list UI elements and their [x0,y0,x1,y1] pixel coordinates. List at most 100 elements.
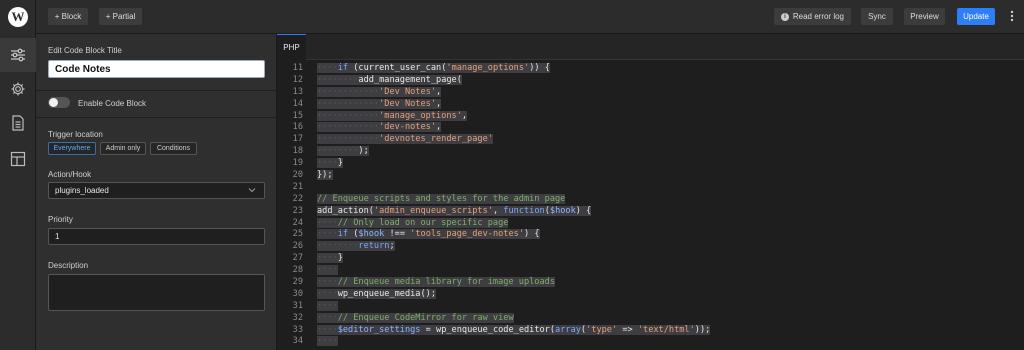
title-label: Edit Code Block Title [48,46,122,55]
description-textarea[interactable] [48,274,265,311]
code-line[interactable]: 33 ····$editor_settings = wp_enqueue_code… [277,324,1024,337]
add-partial-button[interactable]: + Partial [99,8,142,25]
code-line[interactable]: 26 ········return; [277,241,1024,253]
update-button[interactable]: Update [957,8,995,25]
code-line[interactable]: 27 ····} [277,253,1024,265]
code-line[interactable]: 22 // Enqueue scripts and styles for the … [277,193,1024,206]
code-text: ····} [317,253,343,264]
line-number: 25 [292,229,303,240]
line-number: 19 [292,158,303,169]
line-number: 28 [292,265,303,276]
code-line[interactable]: 11 ····if (current_user_can('manage_optio… [277,63,1024,75]
read-error-log-button[interactable]: i Read error log [774,8,851,25]
line-number: 31 [292,300,303,311]
code-text: ····// Enqueue media library for image u… [317,277,556,288]
code-line[interactable]: 20}); [277,170,1024,182]
code-text: ············'Dev Notes', [317,86,442,97]
code-text: ···· [317,336,338,347]
code-text: // Enqueue scripts and styles for the ad… [317,193,566,204]
code-line[interactable]: 13 ············'Dev Notes', [277,86,1024,99]
code-text: ····if (current_user_can('manage_options… [317,63,550,73]
line-number: 24 [292,217,303,228]
code-line[interactable]: 12 ········add_management_page( [277,74,1024,87]
line-number: 21 [292,181,303,192]
line-number: 29 [292,277,303,288]
code-line[interactable]: 31 ···· [277,300,1024,313]
code-line[interactable]: 23 add_action('admin_enqueue_scripts', fu… [277,205,1024,218]
wordpress-logo[interactable]: W [0,0,36,34]
code-text: ············'dev-notes', [317,122,442,133]
code-text: ········return; [317,241,395,252]
code-lines[interactable]: 11 ····if (current_user_can('manage_optio… [277,63,1024,348]
code-text: ···· [317,265,338,276]
code-text: ····// Enqueue CodeMirror for raw view [317,312,514,323]
layout-icon[interactable] [0,142,36,176]
code-line[interactable]: 25 ····if ($hook !== 'tools_page_dev-note… [277,229,1024,241]
toggle-knob [49,98,58,107]
code-text: ············'manage_options', [317,110,468,121]
code-line[interactable]: 32 ····// Enqueue CodeMirror for raw view [277,312,1024,325]
gear-icon[interactable] [0,72,36,106]
line-number: 13 [292,86,303,97]
line-number: 15 [292,110,303,121]
line-number: 18 [292,146,303,157]
code-text: ········add_management_page( [317,74,462,85]
document-icon[interactable] [0,106,36,140]
top-toolbar: + Block + Partial i Read error log Sync … [36,0,1024,34]
tab-php[interactable]: PHP [277,34,306,60]
trigger-admin-only-option[interactable]: Admin only [100,142,146,155]
code-line[interactable]: 24 ····// Only load on our specific page [277,217,1024,230]
chevron-down-icon [248,186,256,196]
code-line[interactable]: 34 ···· [277,336,1024,348]
description-label: Description [48,261,89,270]
code-line[interactable]: 15 ············'manage_options', [277,110,1024,123]
icon-rail: W [0,0,36,350]
line-number: 27 [292,253,303,264]
enable-label: Enable Code Block [78,99,147,108]
code-text: }); [317,170,333,181]
line-number: 33 [292,324,303,335]
code-editor-app: W + Block + Partial i Read error log Syn… [0,0,1024,350]
code-line[interactable]: 18 ········); [277,146,1024,158]
info-icon: i [781,12,789,21]
hook-value: plugins_loaded [55,186,109,195]
priority-label: Priority [48,215,73,224]
line-number: 17 [292,134,303,145]
line-number: 22 [292,193,303,204]
more-options-icon[interactable] [1010,10,1014,22]
code-line[interactable]: 17 ············'devnotes_render_page' [277,134,1024,146]
divider [36,117,277,118]
line-number: 34 [292,336,303,347]
add-block-button[interactable]: + Block [48,8,88,25]
code-line[interactable]: 19 ····} [277,158,1024,170]
code-line[interactable]: 16 ············'dev-notes', [277,122,1024,134]
code-text: add_action('admin_enqueue_scripts', func… [317,205,592,216]
enable-toggle[interactable] [48,97,70,108]
code-line[interactable]: 29 ····// Enqueue media library for image… [277,277,1024,289]
code-editor: PHP 11 ····if (current_user_can('manage_o… [277,34,1024,350]
line-number: 14 [292,98,303,109]
wordpress-icon: W [8,7,28,27]
hook-select[interactable]: plugins_loaded [48,182,265,199]
code-line[interactable]: 14 ············'Dev Notes', [277,98,1024,111]
editor-tabbar: PHP [277,34,1024,60]
line-number: 20 [292,170,303,181]
sliders-icon[interactable] [0,38,36,72]
hook-label: Action/Hook [48,170,92,179]
code-text: ····if ($hook !== 'tools_page_dev-notes'… [317,229,540,240]
code-line[interactable]: 21 [277,182,1024,194]
code-text: ············'devnotes_render_page' [317,134,493,145]
preview-button[interactable]: Preview [904,8,945,25]
code-line[interactable]: 28 ···· [277,265,1024,277]
priority-input[interactable]: 1 [48,228,265,245]
code-text: ···· [317,300,338,311]
code-line[interactable]: 30 ····wp_enqueue_media(); [277,288,1024,301]
code-text: ········); [317,146,369,157]
code-text: ····// Only load on our specific page [317,217,509,228]
title-input[interactable]: Code Notes [48,60,265,78]
sync-button[interactable]: Sync [861,8,893,25]
trigger-label: Trigger location [48,130,103,139]
trigger-conditions-option[interactable]: Conditions [150,142,197,155]
trigger-everywhere-option[interactable]: Everywhere [48,142,96,155]
divider [36,90,277,91]
